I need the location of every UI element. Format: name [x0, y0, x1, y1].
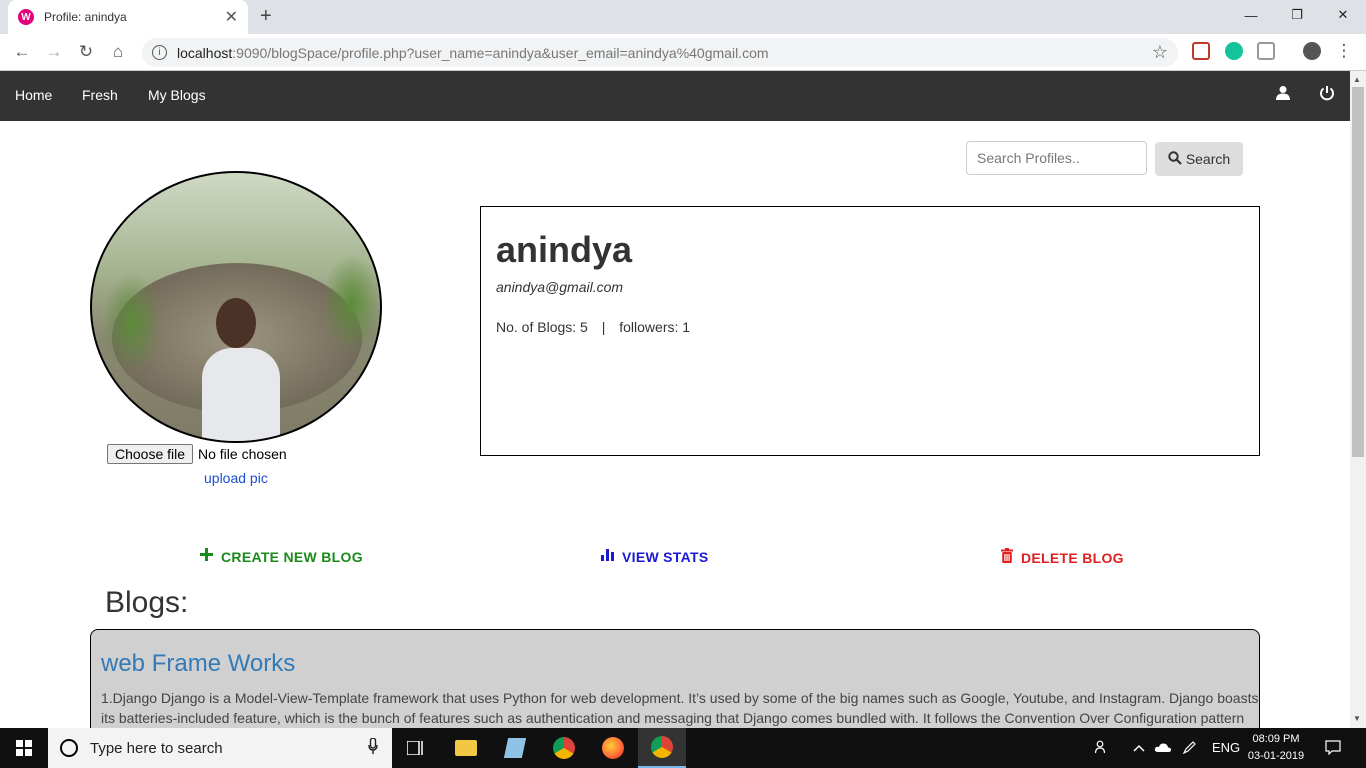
scroll-thumb[interactable] — [1352, 87, 1364, 457]
blog-excerpt: 1.Django Django is a Model-View-Template… — [101, 690, 1259, 726]
chrome-app-icon[interactable] — [540, 728, 588, 768]
create-new-blog-label: CREATE NEW BLOG — [221, 548, 363, 565]
delete-blog-button[interactable]: DELETE BLOG — [1001, 548, 1124, 567]
forward-icon[interactable]: → — [44, 42, 64, 62]
tab-close-icon[interactable]: ✕ — [225, 7, 238, 27]
window-controls: — ❐ ✕ — [1228, 0, 1366, 30]
scroll-down-icon[interactable]: ▼ — [1353, 714, 1361, 723]
pen-icon[interactable] — [1182, 740, 1197, 757]
site-favicon-icon: W — [18, 9, 34, 25]
power-logout-icon[interactable] — [1319, 85, 1335, 106]
site-navbar: Home Fresh My Blogs — [0, 71, 1350, 121]
nav-fresh[interactable]: Fresh — [82, 87, 118, 103]
taskbar-search-placeholder: Type here to search — [90, 739, 223, 757]
blogs-count: No. of Blogs: 5 — [496, 319, 588, 335]
restore-icon[interactable]: ❐ — [1274, 0, 1320, 30]
blogs-heading: Blogs: — [105, 586, 189, 619]
nav-home[interactable]: Home — [15, 87, 52, 103]
tab-title: Profile: anindya — [44, 10, 127, 24]
task-view-icon[interactable] — [392, 728, 440, 768]
profile-name: anindya — [496, 229, 633, 270]
scroll-up-icon[interactable]: ▲ — [1353, 75, 1361, 84]
onedrive-icon[interactable] — [1154, 741, 1172, 756]
plus-icon — [200, 548, 213, 565]
pocket-extension-icon[interactable] — [1192, 42, 1210, 60]
menu-kebab-icon[interactable]: ⋮ — [1334, 41, 1354, 61]
search-button-label: Search — [1185, 151, 1231, 167]
cortana-icon — [60, 739, 78, 757]
profile-account-icon[interactable] — [1303, 42, 1321, 60]
info-icon[interactable]: i — [152, 45, 167, 60]
back-icon[interactable]: ← — [12, 42, 32, 62]
profile-avatar — [90, 171, 382, 443]
search-icon — [1168, 150, 1182, 168]
create-new-blog-button[interactable]: CREATE NEW BLOG — [200, 548, 363, 565]
reload-icon[interactable]: ↻ — [76, 42, 96, 62]
avatar-photo-body — [202, 348, 280, 441]
close-window-icon[interactable]: ✕ — [1320, 0, 1366, 30]
blog-title[interactable]: web Frame Works — [101, 650, 295, 678]
avatar-photo-plant — [322, 253, 380, 353]
start-button[interactable] — [0, 728, 48, 768]
view-stats-label: VIEW STATS — [622, 548, 709, 565]
windows-logo-icon — [16, 740, 32, 756]
extension-icon[interactable] — [1257, 42, 1275, 60]
new-tab-icon[interactable]: + — [260, 5, 272, 28]
browser-tabbar: W Profile: anindya ✕ + — ❐ ✕ — [0, 0, 1366, 34]
stats-separator: | — [601, 319, 606, 335]
choose-file-button[interactable]: Choose file — [107, 444, 193, 464]
page-scrollbar[interactable]: ▲ ▼ — [1350, 71, 1366, 728]
notifications-icon[interactable] — [1325, 740, 1341, 758]
language-indicator[interactable]: ENG — [1212, 740, 1240, 755]
trash-icon — [1001, 548, 1013, 567]
notepad-app-icon[interactable] — [491, 728, 539, 768]
microphone-icon[interactable] — [368, 737, 378, 759]
file-explorer-icon[interactable] — [442, 728, 490, 768]
minimize-icon[interactable]: — — [1228, 0, 1274, 30]
upload-pic-link[interactable]: upload pic — [204, 470, 268, 486]
delete-blog-label: DELETE BLOG — [1021, 549, 1124, 566]
search-profiles-input[interactable] — [966, 141, 1147, 175]
home-icon[interactable]: ⌂ — [108, 42, 128, 62]
url-text: localhost:9090/blogSpace/profile.php?use… — [177, 45, 769, 61]
view-stats-button[interactable]: VIEW STATS — [601, 548, 708, 565]
profile-stats: No. of Blogs: 5 | followers: 1 — [496, 319, 690, 335]
followers-count: followers: 1 — [619, 319, 691, 335]
taskbar-search[interactable]: Type here to search — [48, 728, 392, 768]
bookmark-star-icon[interactable]: ☆ — [1152, 42, 1168, 63]
nav-my-blogs[interactable]: My Blogs — [148, 87, 206, 103]
avatar-photo-head — [216, 298, 256, 348]
url-host: localhost — [177, 44, 233, 61]
user-icon[interactable] — [1275, 85, 1291, 106]
profile-info-box: anindya anindya@gmail.com No. of Blogs: … — [480, 206, 1260, 456]
os-taskbar: Type here to search ENG 08:09 PM 03-01-2… — [0, 728, 1366, 768]
search-button[interactable]: Search — [1155, 142, 1243, 176]
avatar-photo-plant — [102, 273, 162, 373]
file-status-text: No file chosen — [198, 446, 287, 462]
taskbar-clock[interactable]: 08:09 PM 03-01-2019 — [1246, 731, 1306, 765]
chrome-active-app-icon[interactable] — [638, 728, 686, 768]
url-path: :9090/blogSpace/profile.php?user_name=an… — [232, 44, 769, 61]
tray-expand-icon[interactable] — [1133, 740, 1145, 755]
profile-email: anindya@gmail.com — [496, 279, 624, 295]
bar-chart-icon — [601, 548, 614, 565]
people-icon[interactable] — [1094, 740, 1109, 757]
clock-date: 03-01-2019 — [1247, 750, 1305, 762]
clock-time: 08:09 PM — [1252, 733, 1300, 745]
browser-tab[interactable]: W Profile: anindya ✕ — [8, 0, 248, 34]
address-bar: ← → ↻ ⌂ i localhost:9090/blogSpace/profi… — [0, 34, 1366, 71]
firefox-app-icon[interactable] — [589, 728, 637, 768]
url-input[interactable]: i localhost:9090/blogSpace/profile.php?u… — [142, 38, 1178, 67]
grammarly-extension-icon[interactable] — [1225, 42, 1243, 60]
